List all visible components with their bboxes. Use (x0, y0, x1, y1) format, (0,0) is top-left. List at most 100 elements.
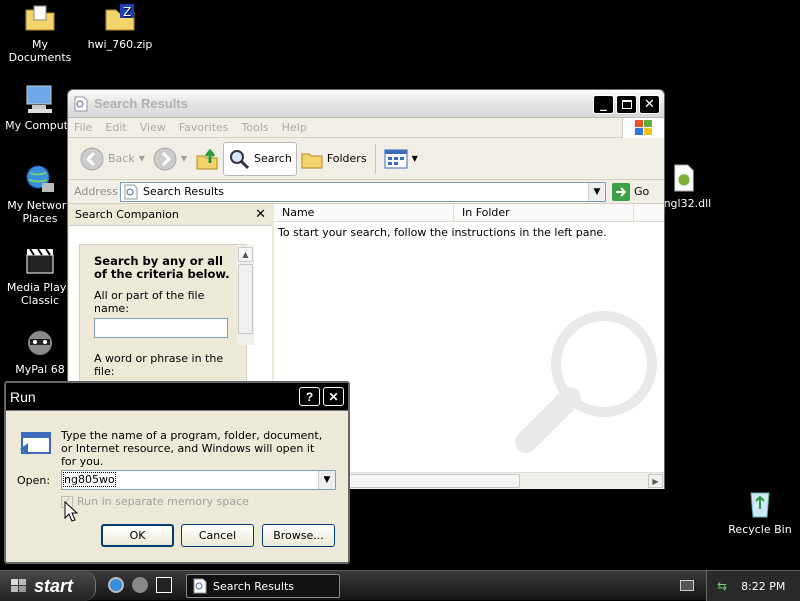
mypal-quicklaunch-icon[interactable] (132, 577, 148, 593)
go-arrow-icon (612, 182, 630, 201)
windows-flag-icon (11, 579, 26, 592)
run-title: Run (10, 388, 36, 405)
separate-memory-checkbox[interactable]: ✓ Run in separate memory space (61, 495, 249, 508)
help-button[interactable]: ? (299, 387, 320, 406)
toolbar-separator (374, 143, 376, 174)
open-dropdown-button[interactable]: ▼ (318, 471, 335, 489)
quick-launch (108, 577, 172, 593)
close-pane-icon[interactable]: ✕ (255, 207, 266, 222)
up-folder-icon (196, 148, 218, 169)
close-button[interactable]: ✕ (639, 95, 660, 114)
menu-favorites[interactable]: Favorites (179, 121, 229, 134)
search-page-icon (124, 184, 138, 199)
address-input[interactable]: Search Results ▼ (120, 181, 606, 202)
run-title-bar[interactable]: Run ? ✕ (6, 383, 348, 411)
column-headers: Name In Folder (274, 204, 664, 222)
chevron-down-icon: ▼ (323, 475, 331, 485)
checkbox-label: Run in separate memory space (77, 495, 249, 508)
title-bar[interactable]: Search Results _ ✕ (68, 90, 664, 118)
run-program-icon (20, 432, 51, 455)
zip-folder-icon: Z (105, 4, 135, 31)
desktop-icon-label: Media Playe Classic (6, 281, 74, 307)
keyboard-icon[interactable] (680, 580, 694, 591)
desktop-icon-label: My Compute (5, 119, 75, 132)
back-button[interactable]: Back ▼ (76, 142, 149, 176)
views-icon (384, 149, 408, 168)
menu-edit[interactable]: Edit (105, 121, 126, 134)
open-input-value: ng805wo (63, 472, 116, 487)
taskbar-item-label: Search Results (213, 579, 295, 593)
folders-icon (301, 153, 323, 168)
network-globe-icon (26, 165, 54, 192)
chevron-down-icon: ▼ (411, 154, 418, 163)
window-title: Search Results (94, 96, 188, 111)
menu-bar: File Edit View Favorites Tools Help (68, 118, 664, 138)
menu-file[interactable]: File (74, 121, 92, 134)
column-name[interactable]: Name (274, 204, 454, 221)
menu-tools[interactable]: Tools (242, 121, 269, 134)
desktop-icon-label: My Documents (8, 38, 72, 64)
chevron-down-icon: ▼ (180, 154, 188, 163)
close-icon: ✕ (644, 97, 655, 112)
pane-scrollbar[interactable]: ▲ (237, 245, 254, 345)
forward-button[interactable]: ▼ (149, 142, 191, 176)
computer-icon (26, 85, 52, 113)
taskbar-item-search-results[interactable]: Search Results (186, 574, 340, 598)
search-label: Search (254, 152, 292, 165)
address-dropdown-button[interactable]: ▼ (588, 182, 605, 201)
scroll-right-icon[interactable]: ▶ (648, 474, 663, 488)
windows-logo-icon (622, 118, 664, 138)
search-icon (230, 149, 250, 169)
ok-button[interactable]: OK (101, 524, 174, 547)
search-window-icon (193, 578, 207, 594)
address-value: Search Results (143, 185, 225, 198)
scroll-up-icon[interactable]: ▲ (238, 247, 253, 262)
back-arrow-icon (80, 147, 104, 170)
criteria-heading: Search by any or all of the criteria bel… (94, 254, 230, 281)
taskbar: start Search Results ⇆ 8:22 PM (0, 570, 800, 601)
run-dialog[interactable]: Run ? ✕ Type the name of a program, fold… (4, 381, 350, 564)
go-label: Go (634, 185, 650, 198)
folders-button[interactable]: Folders (297, 142, 371, 176)
file-name-label: All or part of the file name: (94, 289, 205, 315)
browse-button[interactable]: Browse... (262, 524, 335, 547)
scroll-thumb[interactable] (238, 264, 253, 334)
cancel-button[interactable]: Cancel (181, 524, 254, 547)
menu-view[interactable]: View (140, 121, 166, 134)
toolbar: Back ▼ ▼ Search Folders ▼ (68, 138, 664, 180)
open-input[interactable]: ng805wo ▼ (61, 470, 336, 490)
start-label: start (34, 575, 74, 596)
desktop-icon-recycle-bin[interactable]: Recycle Bin (720, 487, 800, 536)
start-button[interactable]: start (0, 571, 96, 601)
go-button[interactable]: Go (612, 182, 650, 201)
search-button[interactable]: Search (223, 141, 297, 176)
network-tray-icon[interactable]: ⇆ (717, 579, 727, 593)
run-close-button[interactable]: ✕ (323, 387, 344, 406)
dll-file-icon (674, 164, 694, 192)
file-name-input[interactable] (94, 318, 228, 338)
magnifier-watermark-icon (515, 311, 657, 453)
recycle-bin-icon (750, 492, 770, 518)
up-folder-button[interactable] (191, 142, 223, 176)
mouse-cursor-icon (64, 501, 78, 522)
minimize-button[interactable]: _ (593, 95, 614, 114)
browser-quicklaunch-icon[interactable] (108, 577, 124, 593)
clock[interactable]: 8:22 PM (741, 580, 785, 593)
maximize-icon (621, 100, 632, 109)
address-bar: Address Search Results ▼ Go (68, 180, 664, 204)
desktop-icon-my-documents[interactable]: My Documents (0, 2, 80, 64)
media-player-quicklaunch-icon[interactable] (156, 577, 172, 593)
menu-help[interactable]: Help (282, 121, 307, 134)
phrase-label: A word or phrase in the file: (94, 352, 224, 378)
desktop-icon-zip[interactable]: Z hwi_760.zip (80, 2, 160, 51)
back-label: Back (108, 152, 135, 165)
chevron-down-icon: ▼ (593, 186, 601, 197)
search-companion-header: Search Companion ✕ (69, 204, 272, 226)
desktop-icon-label: MyPal 68 (15, 363, 65, 376)
column-in-folder[interactable]: In Folder (454, 204, 634, 221)
views-button[interactable]: ▼ (380, 142, 422, 176)
forward-arrow-icon (153, 147, 177, 170)
maximize-button[interactable] (616, 95, 637, 114)
desktop-icon-label: My Network Places (7, 199, 73, 225)
raccoon-icon (28, 331, 52, 355)
